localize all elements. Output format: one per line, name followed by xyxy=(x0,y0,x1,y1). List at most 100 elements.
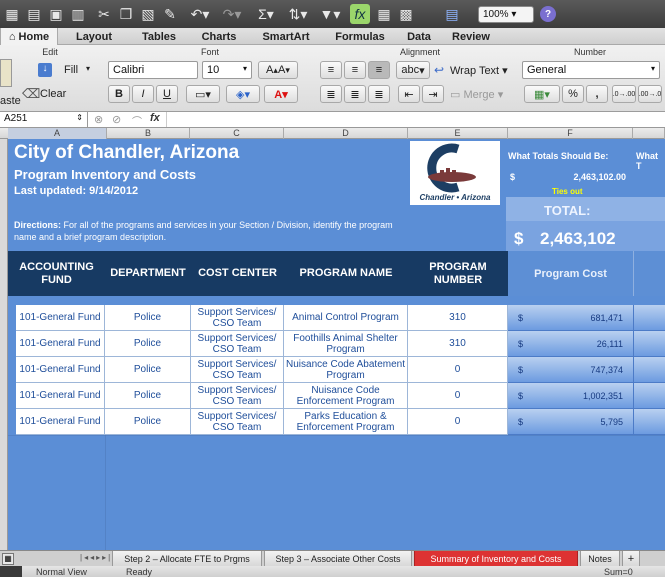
zoom-select[interactable]: 100% ▾ xyxy=(478,6,534,23)
sheet-nav-arrows-icon[interactable]: |◂◂▸▸| xyxy=(80,553,112,562)
view-mode[interactable]: Normal View xyxy=(36,567,87,577)
cancel-formula-icon[interactable]: ⊗ xyxy=(94,113,103,126)
font-color-button[interactable]: A▾ xyxy=(264,85,298,103)
font-name-select[interactable]: Calibri xyxy=(108,61,198,79)
program-number-cell[interactable]: 0 xyxy=(408,383,508,409)
percent-button[interactable]: % xyxy=(562,85,584,103)
program-cost-cell[interactable]: $1,002,351 xyxy=(508,383,633,409)
fund-cell[interactable]: 101-General Fund xyxy=(16,383,105,409)
next-column-cell[interactable] xyxy=(633,305,665,331)
department-cell[interactable]: Police xyxy=(105,409,191,435)
tab-review[interactable]: Review xyxy=(440,28,502,45)
fill-button[interactable]: Fill xyxy=(64,64,78,76)
underline-button[interactable]: U xyxy=(156,85,178,103)
save-icon[interactable]: ▣ xyxy=(46,4,66,24)
next-column-cell[interactable] xyxy=(633,331,665,357)
fund-cell[interactable]: 101-General Fund xyxy=(16,331,105,357)
align-right-button[interactable]: ≣ xyxy=(368,85,390,103)
templates-icon[interactable]: ▤ xyxy=(24,4,44,24)
undo-icon[interactable]: ↶▾ xyxy=(186,4,214,24)
formula-builder-icon[interactable]: ⌒ xyxy=(132,113,142,128)
function-icon[interactable]: fx xyxy=(350,4,370,24)
program-name-cell[interactable]: Foothills Animal Shelter Program xyxy=(284,331,408,357)
next-column-cell[interactable] xyxy=(633,409,665,435)
bold-button[interactable]: B xyxy=(108,85,130,103)
align-center-button[interactable]: ≣ xyxy=(344,85,366,103)
tab-data[interactable]: Data xyxy=(398,28,440,45)
column-header-d[interactable]: D xyxy=(284,128,408,139)
number-format-select[interactable]: General ▾ xyxy=(522,61,660,79)
merge-button[interactable]: ▭ Merge ▾ xyxy=(450,88,503,101)
add-sheet-icon[interactable]: + xyxy=(622,551,640,567)
print-icon[interactable]: ▥ xyxy=(68,4,88,24)
fund-cell[interactable]: 101-General Fund xyxy=(16,305,105,331)
fund-cell[interactable]: 101-General Fund xyxy=(16,409,105,435)
cost-center-cell[interactable]: Support Services/ CSO Team xyxy=(191,357,284,383)
increase-indent-button[interactable]: ⇥ xyxy=(422,85,444,103)
cost-center-cell[interactable]: Support Services/ CSO Team xyxy=(191,331,284,357)
filter-icon[interactable]: ▼▾ xyxy=(316,4,344,24)
fill-dropdown-icon[interactable]: ▾ xyxy=(86,64,90,73)
italic-button[interactable]: I xyxy=(132,85,154,103)
align-bottom-button[interactable]: ≡ xyxy=(368,61,390,79)
column-header-g[interactable] xyxy=(633,128,665,139)
fx-icon[interactable]: fx xyxy=(150,112,160,124)
gallery-icon[interactable]: ▦ xyxy=(374,4,394,24)
grid-view-icon[interactable]: ▦ xyxy=(2,553,14,565)
paste-icon[interactable]: ▧ xyxy=(138,4,158,24)
column-header-e[interactable]: E xyxy=(408,128,508,139)
align-top-button[interactable]: ≡ xyxy=(320,61,342,79)
department-cell[interactable]: Police xyxy=(105,305,191,331)
decrease-decimal-button[interactable]: .00→.0 xyxy=(638,85,662,103)
sheet-tab-step-2[interactable]: Step 2 – Allocate FTE to Prgms xyxy=(112,551,262,567)
wrap-text-button[interactable]: Wrap Text ▾ xyxy=(450,64,508,77)
department-cell[interactable]: Police xyxy=(105,331,191,357)
cost-center-cell[interactable]: Support Services/ CSO Team xyxy=(191,383,284,409)
clear-eraser-icon[interactable]: ⌫ xyxy=(22,86,40,102)
fill-icon[interactable]: ↓ xyxy=(38,63,52,77)
column-header-c[interactable]: C xyxy=(190,128,284,139)
align-middle-button[interactable]: ≡ xyxy=(344,61,366,79)
redo-icon[interactable]: ↷▾ xyxy=(218,4,246,24)
new-workbook-icon[interactable]: ▦ xyxy=(2,4,22,24)
format-painter-icon[interactable]: ✎ xyxy=(160,4,180,24)
comma-button[interactable]: , xyxy=(586,85,608,103)
program-cost-cell[interactable]: $747,374 xyxy=(508,357,633,383)
accounting-format-button[interactable]: ▦▾ xyxy=(524,85,560,103)
program-number-cell[interactable]: 0 xyxy=(408,409,508,435)
fund-cell[interactable]: 101-General Fund xyxy=(16,357,105,383)
wrap-text-icon[interactable]: ↩ xyxy=(434,63,444,77)
department-cell[interactable]: Police xyxy=(105,357,191,383)
tab-formulas[interactable]: Formulas xyxy=(322,28,398,45)
program-name-cell[interactable]: Animal Control Program xyxy=(284,305,408,331)
column-header-b[interactable]: B xyxy=(107,128,190,139)
program-number-cell[interactable]: 310 xyxy=(408,331,508,357)
program-name-cell[interactable]: Nuisance Code Enforcement Program xyxy=(284,383,408,409)
column-header-a[interactable]: A xyxy=(8,128,107,139)
program-cost-cell[interactable]: $681,471 xyxy=(508,305,633,331)
tab-layout[interactable]: Layout xyxy=(58,28,130,45)
column-header-f[interactable]: F xyxy=(508,128,633,139)
help-icon[interactable]: ? xyxy=(540,6,556,22)
worksheet[interactable]: City of Chandler, Arizona Program Invent… xyxy=(8,139,665,550)
toolbox-icon[interactable]: ▩ xyxy=(396,4,416,24)
show-hide-icon[interactable]: ▤ xyxy=(442,4,462,24)
sheet-tab-summary[interactable]: Summary of Inventory and Costs xyxy=(414,551,578,567)
paste-button[interactable] xyxy=(0,59,12,87)
department-cell[interactable]: Police xyxy=(105,383,191,409)
program-number-cell[interactable]: 310 xyxy=(408,305,508,331)
program-number-cell[interactable]: 0 xyxy=(408,357,508,383)
program-name-cell[interactable]: Parks Education & Enforcement Program xyxy=(284,409,408,435)
sheet-tab-step-3[interactable]: Step 3 – Associate Other Costs xyxy=(264,551,412,567)
tab-home[interactable]: ⌂ Home xyxy=(0,28,58,45)
program-cost-cell[interactable]: $26,111 xyxy=(508,331,633,357)
cost-center-cell[interactable]: Support Services/ CSO Team xyxy=(191,305,284,331)
borders-button[interactable]: ▭▾ xyxy=(186,85,220,103)
tab-charts[interactable]: Charts xyxy=(188,28,250,45)
cut-icon[interactable]: ✂ xyxy=(94,4,114,24)
decrease-indent-button[interactable]: ⇤ xyxy=(398,85,420,103)
cost-center-cell[interactable]: Support Services/ CSO Team xyxy=(191,409,284,435)
clear-button[interactable]: Clear xyxy=(40,88,66,100)
increase-decimal-button[interactable]: .0→.00 xyxy=(612,85,636,103)
sort-icon[interactable]: ⇅▾ xyxy=(284,4,312,24)
